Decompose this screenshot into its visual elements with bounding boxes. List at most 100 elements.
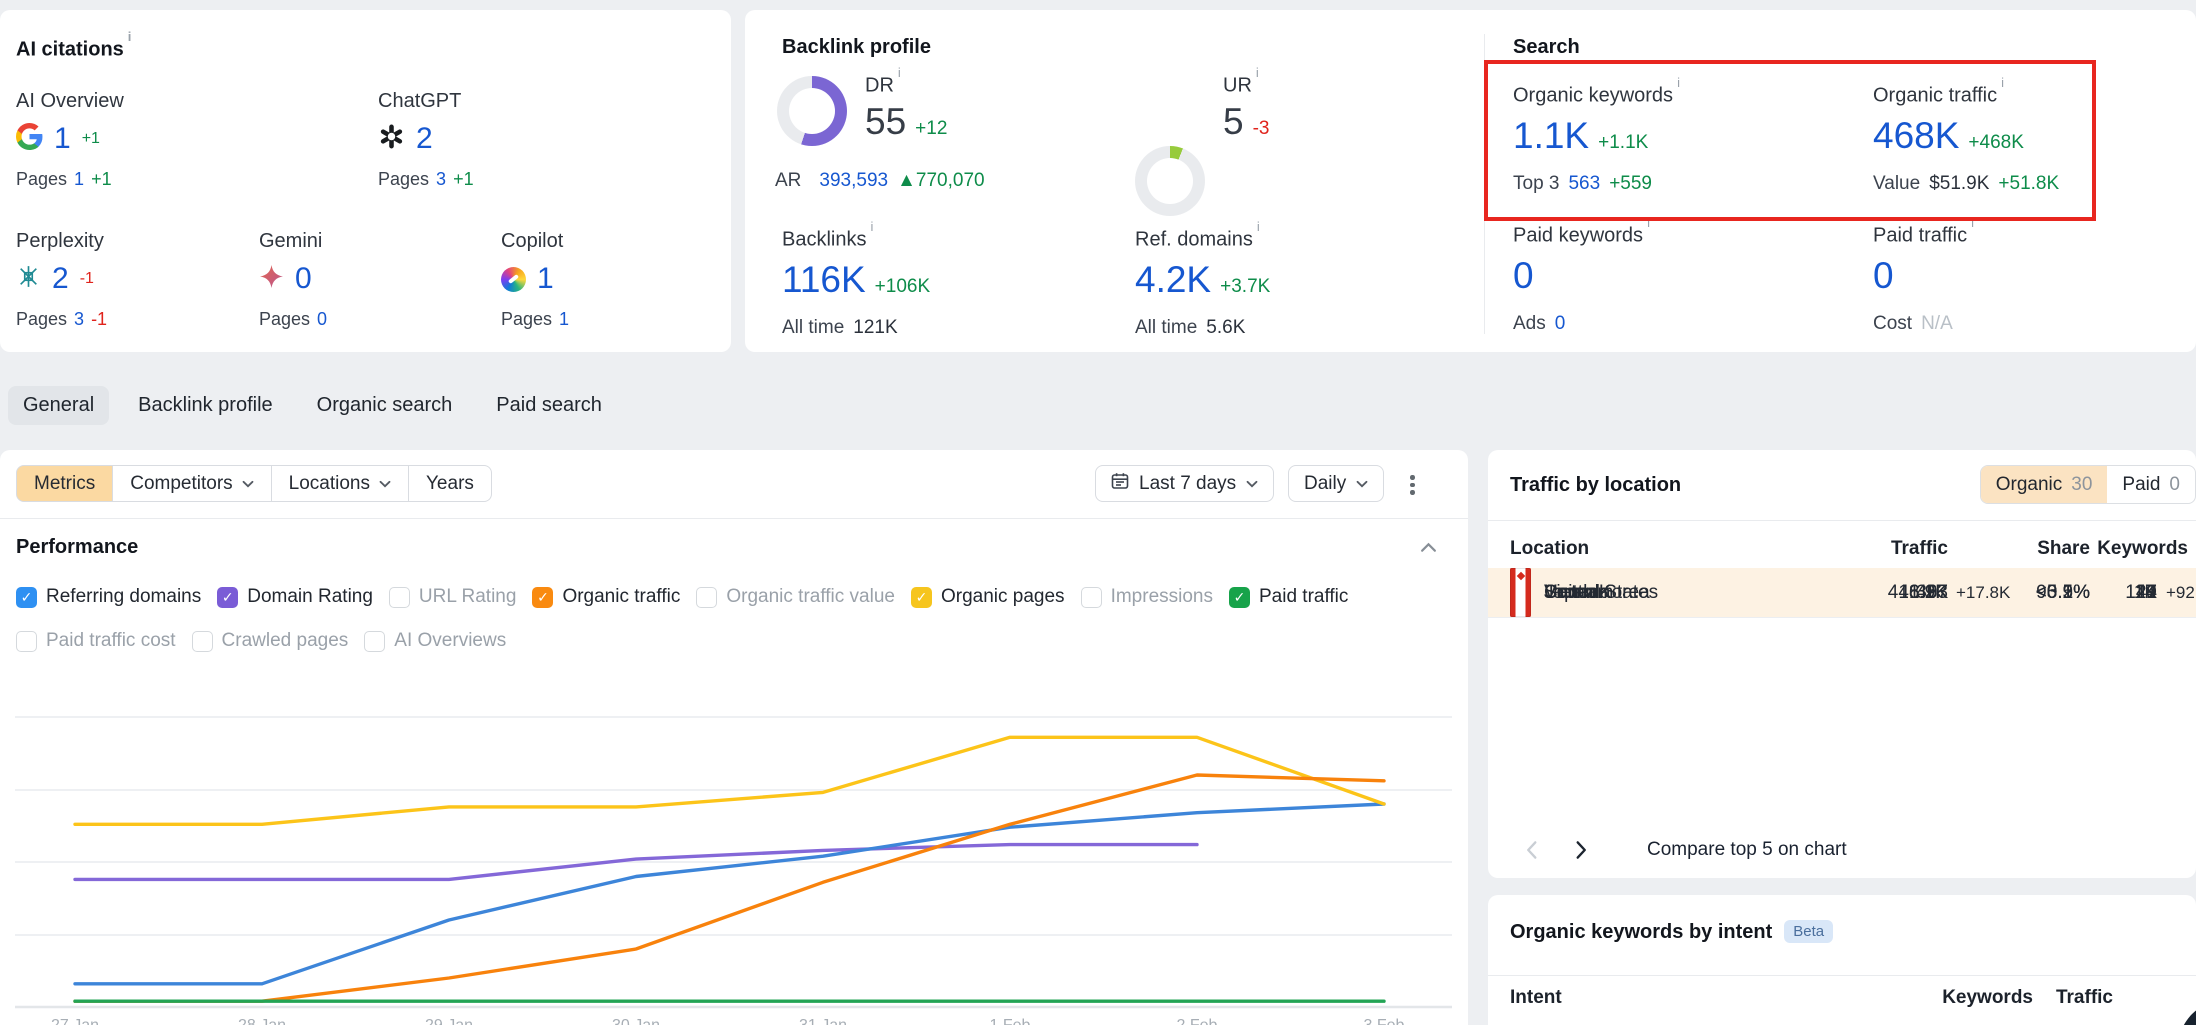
prev-page-icon[interactable]: [1513, 832, 1549, 868]
copilot-pages[interactable]: 1: [559, 309, 569, 329]
gemini-count[interactable]: 0: [295, 262, 312, 296]
flag-ca-icon: [1510, 568, 1531, 617]
chevron-down-icon: [1246, 480, 1258, 488]
info-icon[interactable]: i: [1256, 65, 1259, 80]
google-icon: [16, 123, 43, 155]
ref-domains-value[interactable]: 4.2K: [1135, 261, 1211, 300]
checkbox-domain-rating[interactable]: ✓Domain Rating: [217, 586, 373, 608]
divider: [1488, 975, 2196, 976]
ai-overview-count[interactable]: 1: [54, 122, 71, 156]
filter-competitors[interactable]: Competitors: [113, 465, 271, 502]
traffic-by-location-card: Traffic by location Organic30 Paid0 Loca…: [1488, 450, 2196, 878]
checked-box-icon: ✓: [16, 587, 37, 608]
chatgpt-count[interactable]: 2: [416, 122, 433, 156]
toggle-paid[interactable]: Paid0: [2107, 466, 2195, 503]
ai-citation-ai-overview: AI Overview 1 +1 Pages1+1: [16, 90, 124, 190]
search-title: Search: [1513, 36, 1580, 59]
collapse-chevron-icon[interactable]: [1420, 540, 1437, 558]
checkbox-organic-pages[interactable]: ✓Organic pages: [911, 586, 1065, 608]
x-tick-3-feb: 3 Feb: [1352, 1017, 1416, 1025]
chatgpt-pages[interactable]: 3: [436, 169, 446, 189]
x-tick-28-jan: 28 Jan: [230, 1017, 294, 1025]
x-tick-31-jan: 31 Jan: [791, 1017, 855, 1025]
tab-backlink-profile[interactable]: Backlink profile: [123, 386, 288, 425]
checkbox-paid-traffic[interactable]: ✓Paid traffic: [1229, 586, 1348, 608]
ai-overview-label: AI Overview: [16, 90, 124, 113]
organic-pages-line: [75, 737, 1384, 824]
perplexity-icon: [16, 264, 41, 294]
ur-value: 5: [1223, 103, 1244, 142]
checked-box-icon: ✓: [911, 587, 932, 608]
info-icon[interactable]: i: [128, 29, 132, 44]
seo-dashboard: AI citationsi AI Overview 1 +1 Pages1+1 …: [0, 0, 2196, 1025]
performance-chart: [0, 655, 1460, 1012]
backlinks-value[interactable]: 116K: [782, 261, 866, 300]
chevron-down-icon: [1356, 480, 1368, 488]
top3-value[interactable]: 563: [1568, 173, 1600, 194]
unchecked-box-icon: [192, 631, 213, 652]
checkbox-organic-traffic[interactable]: ✓Organic traffic: [532, 586, 680, 608]
gemini-pages[interactable]: 0: [317, 309, 327, 329]
section-tabs: General Backlink profile Organic search Pai…: [8, 383, 617, 427]
info-icon[interactable]: i: [1677, 75, 1680, 90]
divider: [0, 518, 1468, 519]
ar-value[interactable]: 393,593: [819, 170, 888, 191]
gemini-icon: [259, 264, 284, 294]
section-divider: [1484, 34, 1485, 334]
checkbox-crawled-pages[interactable]: Crawled pages: [192, 630, 349, 652]
ai-citation-chatgpt: ChatGPT 2 Pages3+1: [378, 90, 474, 190]
keywords-link[interactable]: 24: [2136, 568, 2157, 617]
info-icon[interactable]: i: [1647, 215, 1650, 230]
info-icon[interactable]: i: [870, 219, 873, 234]
filter-metrics[interactable]: Metrics: [16, 465, 113, 502]
compare-top5-link[interactable]: Compare top 5 on chart: [1647, 839, 1847, 861]
performance-card: MetricsCompetitorsLocationsYears Last 7 …: [0, 450, 1468, 1025]
info-icon[interactable]: i: [2001, 75, 2004, 90]
filter-years[interactable]: Years: [409, 465, 492, 502]
info-icon[interactable]: i: [1257, 219, 1260, 234]
info-icon[interactable]: i: [1971, 215, 1974, 230]
ai-citations-card: AI citationsi AI Overview 1 +1 Pages1+1 …: [0, 10, 731, 352]
tab-organic-search[interactable]: Organic search: [302, 386, 468, 425]
unchecked-box-icon: [1081, 587, 1102, 608]
intent-table-header: Intent Keywords Traffic: [1488, 987, 2196, 1017]
next-page-icon[interactable]: [1563, 832, 1599, 868]
checkbox-referring-domains[interactable]: ✓Referring domains: [16, 586, 201, 608]
checkbox-organic-traffic-value[interactable]: Organic traffic value: [696, 586, 895, 608]
tab-paid-search[interactable]: Paid search: [481, 386, 617, 425]
perplexity-pages[interactable]: 3: [74, 309, 84, 329]
paid-traffic-value[interactable]: 0: [1873, 257, 1894, 296]
ai-citations-title: AI citationsi: [16, 36, 131, 62]
paid-keywords-block: Paid keywordsi 0 Ads0: [1513, 222, 1650, 335]
granularity-button[interactable]: Daily: [1288, 465, 1384, 502]
referring-domains-line: [75, 804, 1384, 984]
filter-locations[interactable]: Locations: [272, 465, 409, 502]
checkbox-url-rating[interactable]: URL Rating: [389, 586, 517, 608]
x-tick-30-jan: 30 Jan: [604, 1017, 668, 1025]
organic-traffic-value[interactable]: 468K: [1873, 117, 1959, 156]
chevron-down-icon: [242, 480, 254, 488]
ref-domains-block: Ref. domainsi 4.2K+3.7K All time5.6K: [1135, 226, 1270, 339]
col-keywords: Keywords: [1942, 987, 2033, 1009]
organic-keywords-value[interactable]: 1.1K: [1513, 117, 1589, 156]
tab-general[interactable]: General: [8, 386, 109, 425]
ai-overview-pages[interactable]: 1: [74, 169, 84, 189]
organic-keywords-block: Organic keywordsi 1.1K+1.1K Top 3563+559: [1513, 82, 1680, 195]
more-options-button[interactable]: [1402, 468, 1423, 502]
paid-keywords-value[interactable]: 0: [1513, 257, 1534, 296]
x-tick-29-jan: 29 Jan: [417, 1017, 481, 1025]
checkbox-impressions[interactable]: Impressions: [1081, 586, 1213, 608]
location-table-header: Location Traffic Share Keywords: [1488, 538, 2196, 568]
copilot-count[interactable]: 1: [537, 262, 554, 296]
date-range-button[interactable]: Last 7 days: [1095, 465, 1274, 502]
toggle-organic[interactable]: Organic30: [1981, 466, 2108, 503]
ads-value[interactable]: 0: [1555, 313, 1566, 334]
perplexity-count[interactable]: 2: [52, 262, 69, 296]
info-icon[interactable]: i: [898, 65, 901, 80]
col-traffic: Traffic: [1891, 538, 1948, 560]
checkbox-ai-overviews[interactable]: AI Overviews: [364, 630, 506, 652]
keywords-by-intent-card: Organic keywords by intentBeta Intent Ke…: [1488, 895, 2196, 1025]
checkbox-paid-traffic-cost[interactable]: Paid traffic cost: [16, 630, 176, 652]
col-share: Share: [2037, 538, 2090, 560]
location-row-canada[interactable]: Canada397<0.1%24: [1488, 568, 2196, 618]
